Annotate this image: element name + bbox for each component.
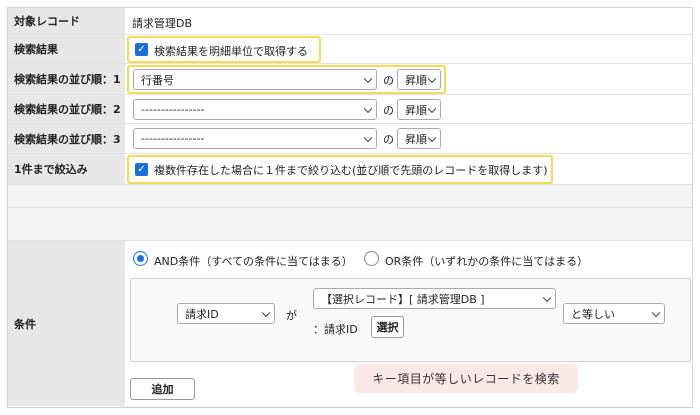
conditions-label: 条件 xyxy=(8,241,125,406)
search-detail-checkbox[interactable]: ✓ xyxy=(135,43,148,56)
hint-tooltip: キー項目が等しいレコードを検索 xyxy=(354,364,578,393)
chevron-down-icon xyxy=(427,133,437,142)
row-sort-order-3: 検索結果の並び順：3 ---------------- の 昇順 xyxy=(8,124,692,154)
chevron-down-icon xyxy=(363,104,373,113)
and-condition-label: AND条件（すべての条件に当てはまる） xyxy=(154,255,353,268)
target-record-label: 対象レコード xyxy=(8,8,125,34)
select-button[interactable]: 選択 xyxy=(371,316,404,338)
sort-1-order-select[interactable]: 昇順 xyxy=(397,69,441,90)
sort-3-connector: の xyxy=(383,133,394,146)
add-condition-button[interactable]: 追加 xyxy=(130,378,195,400)
narrow-to-one-label: 1件まで絞込み xyxy=(8,154,125,184)
search-detail-checkbox-label: 検索結果を明細単位で取得する xyxy=(154,45,308,58)
particle-ga: が xyxy=(286,309,297,322)
row-sort-order-2: 検索結果の並び順：2 ---------------- の 昇順 xyxy=(8,95,692,124)
and-condition-radio[interactable] xyxy=(133,251,148,266)
chevron-down-icon xyxy=(427,74,437,83)
operator-select[interactable]: と等しい xyxy=(563,303,665,324)
chevron-down-icon xyxy=(427,104,437,113)
row-conditions: 条件 AND条件（すべての条件に当てはまる） OR条件（いずれかの条件に当てはま… xyxy=(8,241,692,406)
sort-3-field-select[interactable]: ---------------- xyxy=(133,128,377,149)
or-condition-radio[interactable] xyxy=(364,251,379,266)
left-field-select[interactable]: 請求ID xyxy=(177,303,275,324)
spacer-row xyxy=(8,208,692,241)
row-sort-order-1: 検索結果の並び順：1 行番号 の 昇順 xyxy=(8,64,692,95)
spacer-row xyxy=(8,185,692,208)
narrow-to-one-checkbox[interactable]: ✓ xyxy=(135,163,148,176)
chevron-down-icon xyxy=(261,308,271,317)
sort-3-order-select[interactable]: 昇順 xyxy=(397,128,441,149)
sort-1-connector: の xyxy=(383,74,394,87)
sort-2-order-select[interactable]: 昇順 xyxy=(397,99,441,120)
right-field-sub: ：請求ID xyxy=(313,323,358,336)
right-field-select[interactable]: 【選択レコード】[ 請求管理DB ] xyxy=(313,288,556,309)
sort-1-field-select[interactable]: 行番号 xyxy=(133,69,377,90)
sort-2-connector: の xyxy=(383,104,394,117)
row-search-result: 検索結果 ✓ 検索結果を明細単位で取得する xyxy=(8,35,692,64)
sort-order-3-label: 検索結果の並び順：3 xyxy=(8,124,125,153)
row-narrow-to-one: 1件まで絞込み ✓ 複数件存在した場合に１件まで絞り込む(並び順で先頭のレコード… xyxy=(8,154,692,185)
search-result-label: 検索結果 xyxy=(8,35,125,63)
sort-order-1-label: 検索結果の並び順：1 xyxy=(8,64,125,94)
sort-order-2-label: 検索結果の並び順：2 xyxy=(8,95,125,123)
chevron-down-icon xyxy=(542,293,552,302)
chevron-down-icon xyxy=(363,133,373,142)
or-condition-label: OR条件（いずれかの条件に当てはまる） xyxy=(385,255,589,268)
row-target-record: 対象レコード 請求管理DB xyxy=(8,8,692,35)
sort-2-field-select[interactable]: ---------------- xyxy=(133,99,377,120)
target-record-value: 請求管理DB xyxy=(132,17,193,30)
narrow-to-one-checkbox-label: 複数件存在した場合に１件まで絞り込む(並び順で先頭のレコードを取得します) xyxy=(154,164,548,177)
chevron-down-icon xyxy=(363,74,373,83)
chevron-down-icon xyxy=(651,308,661,317)
condition-box: 請求ID が 【選択レコード】[ 請求管理DB ] ：請求ID 選択 と等しい xyxy=(130,278,691,362)
